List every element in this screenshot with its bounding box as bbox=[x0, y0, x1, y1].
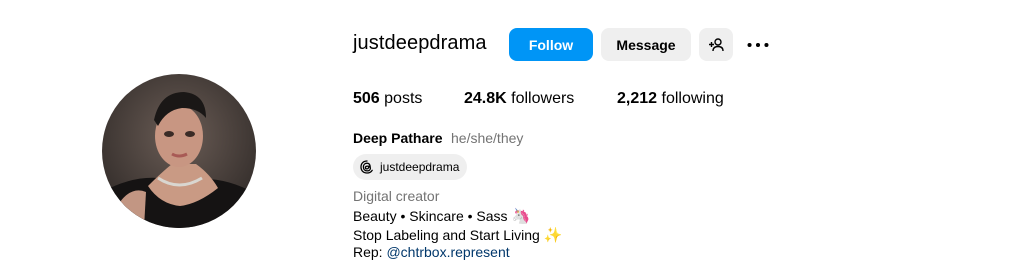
threads-handle: justdeepdrama bbox=[380, 160, 460, 174]
bio-line-1: Beauty • Skincare • Sass 🦄 bbox=[353, 207, 530, 225]
bio-line-1-text: Beauty • Skincare • Sass bbox=[353, 208, 508, 224]
more-options-button[interactable] bbox=[745, 34, 771, 56]
posts-stat: 506 posts bbox=[353, 90, 422, 108]
sparkles-icon: ✨ bbox=[543, 226, 563, 244]
rep-mention-link[interactable]: @chtrbox.represent bbox=[386, 244, 509, 260]
unicorn-icon: 🦄 bbox=[511, 207, 531, 225]
threads-icon bbox=[360, 160, 374, 174]
avatar-photo bbox=[102, 74, 256, 228]
category-label: Digital creator bbox=[353, 188, 440, 204]
avatar[interactable] bbox=[102, 74, 256, 228]
add-person-icon bbox=[709, 37, 724, 51]
following-count: 2,212 bbox=[617, 90, 658, 107]
following-stat[interactable]: 2,212 following bbox=[617, 90, 724, 108]
follow-button[interactable]: Follow bbox=[509, 28, 593, 61]
username: justdeepdrama bbox=[353, 32, 487, 54]
suggest-accounts-button[interactable] bbox=[699, 28, 733, 61]
following-label: following bbox=[661, 90, 724, 107]
message-button[interactable]: Message bbox=[601, 28, 691, 61]
bio-line-2-text: Stop Labeling and Start Living bbox=[353, 227, 540, 243]
threads-badge[interactable]: justdeepdrama bbox=[353, 154, 468, 180]
followers-count: 24.8K bbox=[464, 90, 507, 107]
more-options-icon bbox=[747, 42, 769, 48]
bio-rep-prefix: Rep: bbox=[353, 244, 383, 260]
bio-line-3: Rep: @chtrbox.represent bbox=[353, 244, 510, 260]
full-name: Deep Pathare bbox=[353, 130, 443, 146]
posts-count: 506 bbox=[353, 90, 380, 107]
followers-stat[interactable]: 24.8K followers bbox=[464, 90, 574, 108]
pronouns: he/she/they bbox=[451, 130, 524, 146]
posts-label: posts bbox=[384, 90, 423, 107]
bio-line-2: Stop Labeling and Start Living ✨ bbox=[353, 226, 562, 244]
followers-label: followers bbox=[511, 90, 575, 107]
